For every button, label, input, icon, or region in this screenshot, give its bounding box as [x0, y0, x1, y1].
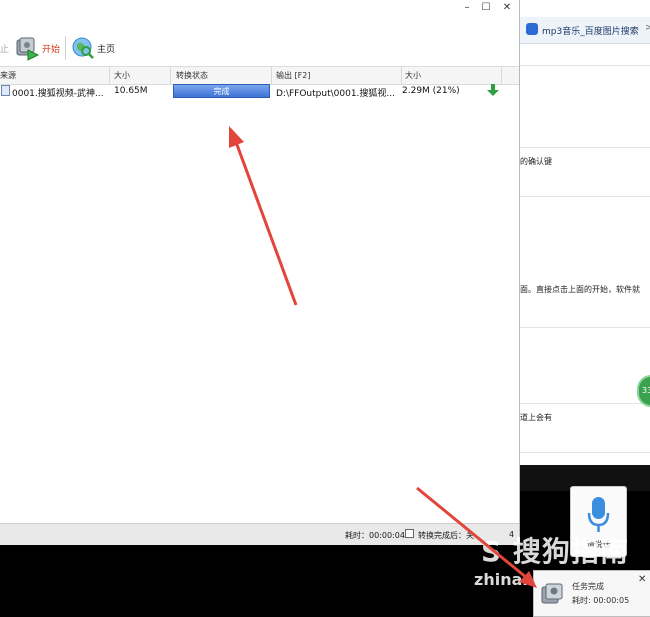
conversion-progress-bar: 完成 [173, 84, 270, 98]
after-convert-label: 转换完成后：关 [418, 531, 474, 540]
microphone-icon [587, 497, 610, 532]
download-arrow-icon[interactable] [487, 83, 499, 97]
close-icon[interactable]: ✕ [499, 2, 515, 14]
home-globe-icon[interactable] [71, 36, 95, 60]
start-button[interactable]: 开始 [42, 42, 60, 55]
toast-time: 耗时: 00:00:05 [572, 596, 630, 605]
converter-app-icon [541, 583, 563, 604]
convert-start-icon[interactable] [14, 35, 40, 61]
col-output[interactable]: 输出 [F2] [276, 70, 310, 81]
elapsed-time: 耗时：00:00:04 [345, 531, 405, 540]
maximize-icon[interactable]: ☐ [478, 2, 494, 14]
minimize-icon[interactable]: – [459, 2, 475, 14]
page-snippet-1: 的确认键 [520, 157, 552, 166]
table-row[interactable]: 0001.搜狐视频-武神... 10.65M 完成 D:\FFOutput\00… [0, 83, 519, 99]
status-bar: 耗时：00:00:04 转换完成后：关 4 [0, 523, 519, 545]
row-out-size: 2.29M (21%) [402, 86, 460, 96]
col-size[interactable]: 大小 [114, 70, 130, 81]
browser-tab[interactable]: mp3音乐_百度图片搜索 > [520, 17, 650, 44]
toolbar: 止 开始 主页 [0, 33, 519, 63]
converter-window: – ☐ ✕ 止 开始 主页 来源 大小 转换状态 输出 [F2] 大小 0001… [0, 0, 520, 545]
close-icon[interactable]: ✕ [638, 574, 646, 585]
browser-tab-title: mp3音乐_百度图片搜索 [542, 27, 639, 37]
stop-button[interactable]: 止 [0, 42, 9, 55]
task-complete-toast[interactable]: 任务完成 耗时: 00:00:05 ✕ [533, 570, 650, 617]
chevron-right-icon[interactable]: > [645, 23, 650, 33]
progress-status: 完成 [213, 87, 230, 96]
col-status[interactable]: 转换状态 [176, 70, 208, 81]
page-snippet-3: 道上会有 [520, 413, 552, 422]
row-output: D:\FFOutput\0001.搜狐视... [276, 89, 395, 99]
toast-title: 任务完成 [572, 582, 604, 591]
audio-file-icon [1, 85, 10, 96]
page-snippet-2: 面。直接点击上面的开始，软件就 [520, 285, 640, 294]
col-source[interactable]: 来源 [0, 70, 16, 81]
home-button[interactable]: 主页 [97, 42, 115, 55]
background-browser-window: mp3音乐_百度图片搜索 > 的确认键 面。直接点击上面的开始，软件就 道上会有… [519, 0, 650, 491]
after-convert-checkbox[interactable] [405, 529, 414, 538]
row-size: 10.65M [114, 86, 148, 96]
baidu-paw-icon [526, 23, 538, 35]
watermark-logo: S 搜狗指南 [481, 535, 629, 568]
col-out-size[interactable]: 大小 [405, 70, 421, 81]
row-source: 0001.搜狐视频-武神... [12, 89, 104, 99]
